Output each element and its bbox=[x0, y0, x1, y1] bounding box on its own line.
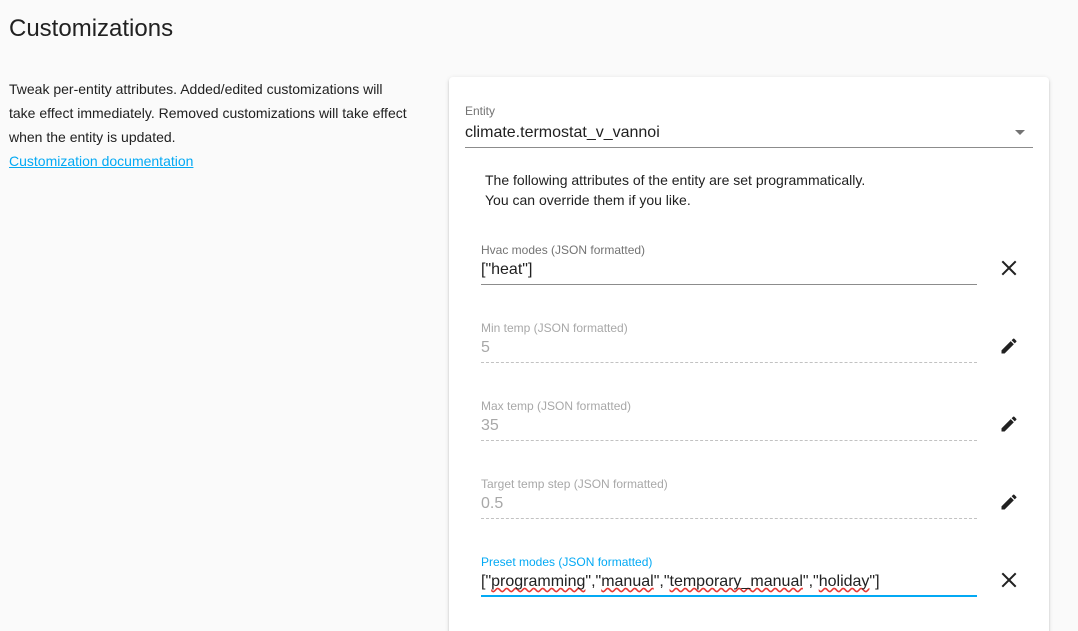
customization-documentation-link[interactable]: Customization documentation bbox=[9, 153, 193, 169]
hvac-modes-label: Hvac modes (JSON formatted) bbox=[481, 243, 646, 257]
entity-value: climate.termostat_v_vannoi bbox=[465, 124, 660, 141]
pencil-icon bbox=[1001, 416, 1017, 432]
max-temp-field: Max temp (JSON formatted) bbox=[481, 398, 977, 446]
preset-modes-label: Preset modes (JSON formatted) bbox=[481, 555, 653, 569]
remove-hvac-modes-button[interactable] bbox=[993, 252, 1025, 284]
target-temp-step-underline bbox=[481, 518, 977, 519]
hvac-modes-field: Hvac modes (JSON formatted) bbox=[481, 242, 977, 290]
page-title: Customizations bbox=[9, 15, 174, 42]
programmatic-notice: The following attributes of the entity a… bbox=[485, 170, 865, 210]
target-temp-step-label: Target temp step (JSON formatted) bbox=[481, 477, 668, 491]
intro-description: Tweak per-entity attributes. Added/edite… bbox=[9, 81, 407, 145]
pencil-icon bbox=[1001, 338, 1017, 354]
min-temp-underline bbox=[481, 362, 977, 363]
min-temp-input bbox=[481, 336, 977, 360]
hvac-modes-underline bbox=[481, 284, 977, 285]
hvac-modes-input[interactable] bbox=[481, 258, 977, 282]
preset-modes-field[interactable]: Preset modes (JSON formatted) ["programm… bbox=[481, 554, 977, 602]
misspelled-word: temporary_manual bbox=[669, 573, 803, 590]
max-temp-input bbox=[481, 414, 977, 438]
notice-line-1: The following attributes of the entity a… bbox=[485, 172, 866, 188]
preset-modes-underline bbox=[481, 595, 977, 597]
edit-max-temp-button[interactable] bbox=[993, 408, 1025, 440]
attribute-row-preset-modes: Preset modes (JSON formatted) ["programm… bbox=[481, 554, 1041, 614]
remove-preset-modes-button[interactable] bbox=[993, 564, 1025, 596]
close-icon bbox=[1001, 260, 1017, 276]
preset-modes-input[interactable]: ["programming","manual","temporary_manua… bbox=[481, 570, 977, 594]
entity-label: Entity bbox=[465, 104, 496, 118]
customization-card: Entity climate.termostat_v_vannoi The fo… bbox=[449, 77, 1049, 631]
edit-target-temp-step-button[interactable] bbox=[993, 486, 1025, 518]
min-temp-label: Min temp (JSON formatted) bbox=[481, 321, 628, 335]
misspelled-word: holiday bbox=[818, 573, 870, 590]
max-temp-label: Max temp (JSON formatted) bbox=[481, 399, 632, 413]
attribute-row-hvac-modes: Hvac modes (JSON formatted) bbox=[481, 242, 1041, 302]
attribute-row-target-temp-step: Target temp step (JSON formatted) bbox=[481, 476, 1041, 536]
intro-section: Tweak per-entity attributes. Added/edite… bbox=[9, 77, 409, 173]
target-temp-step-input bbox=[481, 492, 977, 516]
notice-line-2: You can override them if you like. bbox=[485, 192, 691, 208]
misspelled-word: manual bbox=[601, 573, 654, 590]
customizations-page: Customizations Tweak per-entity attribut… bbox=[0, 0, 1078, 631]
target-temp-step-field: Target temp step (JSON formatted) bbox=[481, 476, 977, 524]
attribute-row-min-temp: Min temp (JSON formatted) bbox=[481, 320, 1041, 380]
misspelled-word: programming bbox=[491, 573, 586, 590]
max-temp-underline bbox=[481, 440, 977, 441]
close-icon bbox=[1001, 572, 1017, 588]
pencil-icon bbox=[1001, 494, 1017, 510]
entity-picker[interactable]: Entity climate.termostat_v_vannoi bbox=[465, 103, 1033, 148]
edit-min-temp-button[interactable] bbox=[993, 330, 1025, 362]
min-temp-field: Min temp (JSON formatted) bbox=[481, 320, 977, 368]
attribute-row-max-temp: Max temp (JSON formatted) bbox=[481, 398, 1041, 458]
dropdown-arrow-icon[interactable] bbox=[1015, 130, 1025, 135]
